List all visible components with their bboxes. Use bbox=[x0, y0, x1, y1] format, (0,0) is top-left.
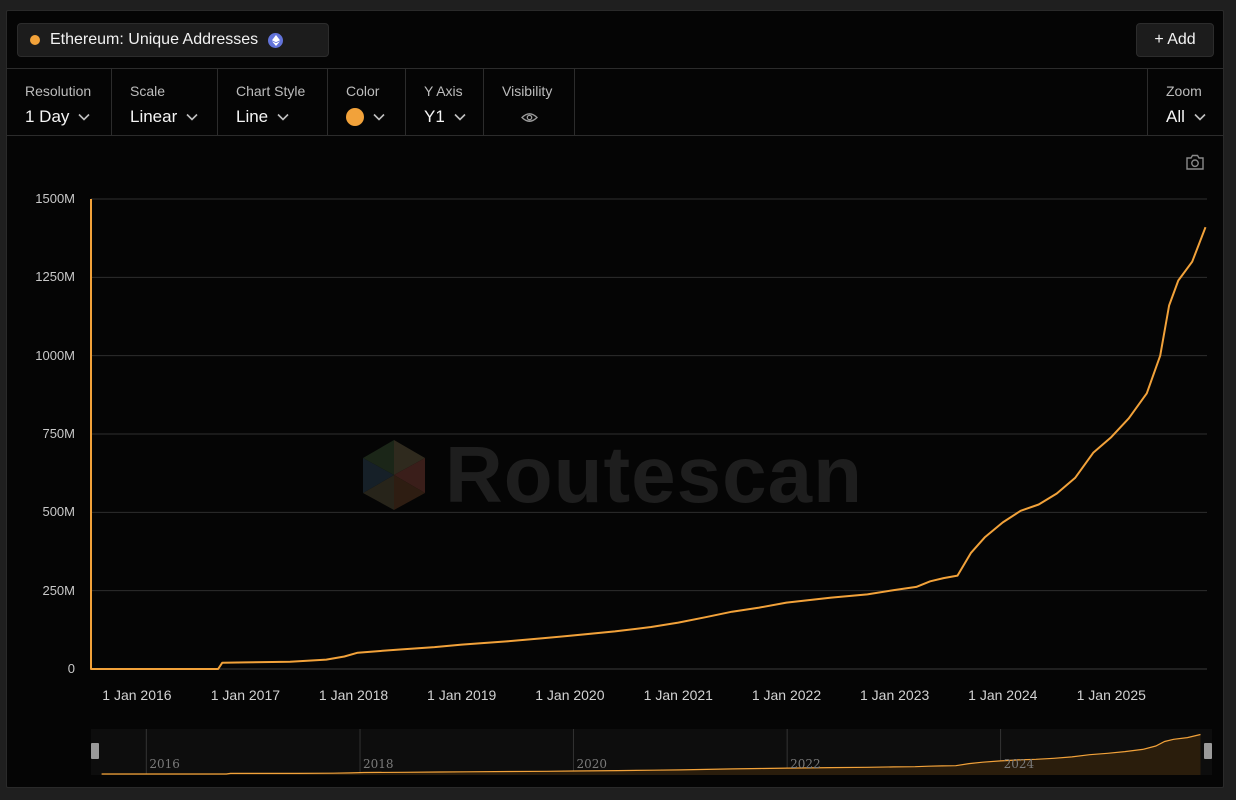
x-tick-label: 1 Jan 2025 bbox=[1076, 687, 1146, 703]
navigator-year-label: 2018 bbox=[363, 757, 394, 771]
navigator-handle-right[interactable] bbox=[1204, 743, 1212, 759]
x-tick-label: 1 Jan 2021 bbox=[643, 687, 713, 703]
y-tick-label: 0 bbox=[67, 661, 75, 676]
x-tick-label: 1 Jan 2017 bbox=[210, 687, 281, 703]
x-tick-label: 1 Jan 2023 bbox=[860, 687, 930, 703]
x-tick-label: 1 Jan 2020 bbox=[535, 687, 605, 703]
y-tick-label: 1500M bbox=[35, 191, 75, 206]
y-tick-label: 750M bbox=[42, 426, 75, 441]
y-tick-label: 250M bbox=[42, 582, 75, 598]
x-tick-label: 1 Jan 2016 bbox=[102, 687, 172, 703]
x-tick-label: 1 Jan 2024 bbox=[968, 687, 1038, 703]
navigator-year-label: 2022 bbox=[790, 757, 821, 771]
y-tick-label: 500M bbox=[42, 504, 75, 520]
x-tick-label: 1 Jan 2018 bbox=[318, 687, 389, 703]
navigator-year-label: 2024 bbox=[1003, 757, 1035, 771]
navigator-year-label: 2020 bbox=[576, 757, 607, 771]
chart-panel: Ethereum: Unique Addresses + Add Resolut… bbox=[6, 10, 1224, 788]
navigator-handle-left[interactable] bbox=[91, 743, 99, 759]
y-tick-label: 1000M bbox=[35, 347, 75, 363]
x-tick-label: 1 Jan 2019 bbox=[427, 687, 497, 703]
plot-area bbox=[90, 198, 1212, 775]
navigator-year-label: 2016 bbox=[149, 757, 180, 771]
y-tick-label: 1250M bbox=[35, 269, 75, 285]
x-tick-label: 1 Jan 2022 bbox=[751, 687, 822, 703]
